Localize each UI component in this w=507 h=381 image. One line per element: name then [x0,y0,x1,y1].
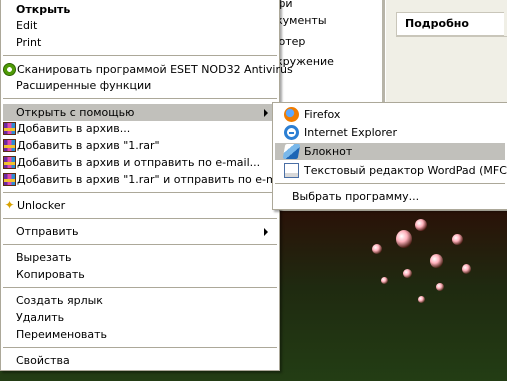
menu-item-send-to[interactable]: Отправить [3,223,277,240]
menu-item-eset-scan[interactable]: Сканировать программой ESET NOD32 Antivi… [3,61,293,78]
menu-item-label: Print [16,36,42,49]
menu-item-add-to-archive[interactable]: Добавить в архив... [3,120,277,137]
open-with-submenu: Firefox Internet Explorer Блокнот Тексто… [272,102,507,210]
internet-explorer-icon [284,125,299,140]
submenu-item-label: Internet Explorer [304,126,397,139]
menu-item-label: Добавить в архив и отправить по e-mail..… [17,156,261,169]
menu-item-label: Удалить [16,311,65,324]
menu-item-cut[interactable]: Вырезать [3,249,277,266]
menu-item-label: Открыть [16,3,71,16]
water-droplet [418,296,425,303]
water-droplet [462,264,471,274]
menu-item-rename[interactable]: Переименовать [3,326,277,343]
water-droplet [381,277,388,284]
menu-separator [3,192,277,193]
menu-item-add-to-1rar[interactable]: Добавить в архив "1.rar" [3,137,277,154]
menu-item-label: Отправить [16,225,79,238]
winrar-icon [3,139,16,152]
submenu-item-label: Выбрать программу... [292,190,420,203]
menu-separator [3,218,277,219]
menu-separator [3,244,277,245]
submenu-item-label: Firefox [304,108,341,121]
water-droplet [436,283,444,291]
menu-item-add-and-email[interactable]: Добавить в архив и отправить по e-mail..… [3,154,277,171]
firefox-icon [284,107,299,122]
menu-separator [3,287,277,288]
water-droplet [452,234,463,245]
menu-item-print[interactable]: Print [3,34,277,51]
menu-item-label: Копировать [16,268,85,281]
menu-item-label: Сканировать программой ESET NOD32 Antivi… [17,63,293,76]
task-item[interactable]: кументы [276,14,327,27]
menu-item-add-1rar-and-email[interactable]: Добавить в архив "1.rar" и отправить по … [3,171,290,188]
explorer-task-pane: фи кументы ютер кружение [270,0,382,96]
menu-item-label: Свойства [16,354,70,367]
wordpad-icon [284,163,299,178]
menu-item-advanced[interactable]: Расширенные функции [3,77,277,94]
menu-item-label: Открыть с помощью [16,106,135,119]
winrar-icon [3,156,16,169]
menu-item-label: Расширенные функции [16,79,152,92]
menu-separator [3,55,277,56]
unlocker-icon: ✦ [4,198,15,212]
menu-separator [3,98,277,99]
notepad-icon [282,144,301,159]
menu-item-label: Вырезать [16,251,72,264]
water-droplet [430,254,443,268]
menu-item-label: Создать ярлык [16,294,103,307]
details-group-header[interactable]: Подробно [396,12,504,36]
menu-item-label: Добавить в архив... [17,122,131,135]
submenu-arrow-icon [264,228,268,236]
menu-item-create-shortcut[interactable]: Создать ярлык [3,292,277,309]
menu-item-label: Unlocker [17,199,66,212]
water-droplet [396,230,412,248]
submenu-arrow-icon [264,109,268,117]
file-context-menu: Открыть Edit Print Сканировать программо… [0,0,293,371]
winrar-icon [3,173,16,186]
menu-item-label: Добавить в архив "1.rar" [17,139,160,152]
submenu-item-wordpad[interactable]: Текстовый редактор WordPad (MFC) [275,162,507,179]
submenu-item-label: Блокнот [304,145,353,158]
menu-item-label: Edit [16,19,38,32]
menu-item-edit[interactable]: Edit [3,17,277,34]
submenu-item-label: Текстовый редактор WordPad (MFC) [304,164,507,177]
menu-item-copy[interactable]: Копировать [3,266,277,283]
submenu-item-choose-program[interactable]: Выбрать программу... [275,188,505,205]
menu-item-unlocker[interactable]: ✦ Unlocker [3,197,277,214]
details-group-divider [396,36,507,37]
submenu-item-firefox[interactable]: Firefox [275,106,505,123]
menu-item-properties[interactable]: Свойства [3,352,277,369]
water-droplet [372,244,382,254]
winrar-icon [3,122,16,135]
details-group-title: Подробно [405,17,469,30]
menu-item-label: Переименовать [16,328,108,341]
menu-item-delete[interactable]: Удалить [3,309,277,326]
task-item[interactable]: ютер [276,35,305,48]
water-droplet [403,269,412,278]
menu-item-label: Добавить в архив "1.rar" и отправить по … [17,173,290,186]
water-droplet [415,219,427,231]
submenu-item-notepad[interactable]: Блокнот [275,143,505,160]
menu-item-open[interactable]: Открыть [3,1,277,18]
menu-item-open-with[interactable]: Открыть с помощью [3,104,277,121]
submenu-separator [275,183,505,184]
menu-separator [3,347,277,348]
submenu-item-internet-explorer[interactable]: Internet Explorer [275,124,505,141]
eset-icon [3,63,16,76]
